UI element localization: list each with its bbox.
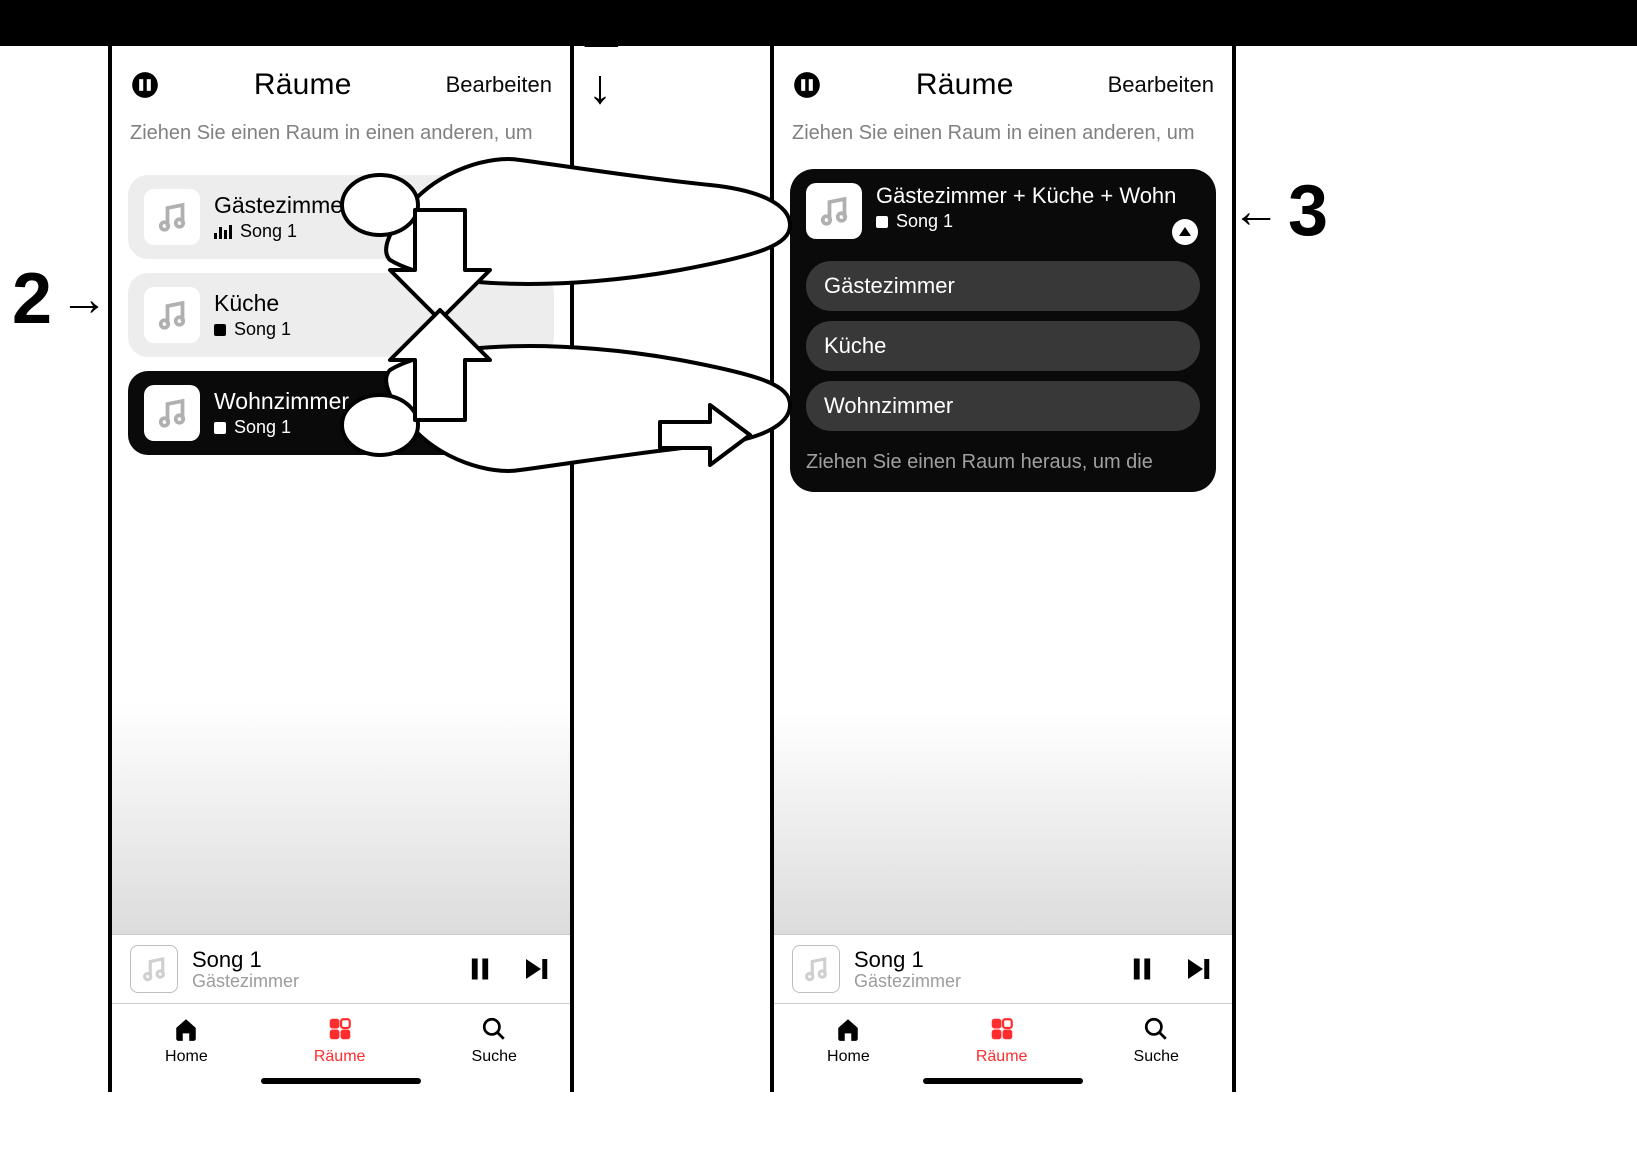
now-playing-bar[interactable]: Song 1 Gästezimmer bbox=[774, 934, 1232, 1003]
room-name: Küche bbox=[214, 290, 291, 317]
tab-rooms[interactable]: Räume bbox=[976, 1014, 1028, 1066]
tab-bar: Home Räume Suche bbox=[112, 1003, 570, 1072]
tab-label: Suche bbox=[1134, 1048, 1179, 1066]
page-title: Räume bbox=[254, 68, 352, 102]
next-track-button[interactable] bbox=[520, 953, 552, 985]
arrow-left-icon: ← bbox=[1232, 184, 1280, 239]
callout-2-number: 2 bbox=[12, 258, 52, 340]
search-icon bbox=[479, 1014, 509, 1044]
callout-1-number: 1 bbox=[580, 0, 620, 64]
hint-text: Ziehen Sie einen Raum in einen anderen, … bbox=[774, 112, 1232, 145]
group-song: Song 1 bbox=[896, 211, 953, 232]
room-song: Song 1 bbox=[234, 417, 291, 438]
home-icon bbox=[833, 1014, 863, 1044]
arrow-right-icon: → bbox=[60, 272, 108, 327]
group-room-item[interactable]: Wohnzimmer bbox=[806, 381, 1200, 431]
figure-black-bar bbox=[0, 0, 1637, 46]
now-playing-subtitle: Gästezimmer bbox=[854, 971, 1112, 992]
group-room-item[interactable]: Küche bbox=[806, 321, 1200, 371]
hint-text: Ziehen Sie einen Raum in einen anderen, … bbox=[112, 112, 570, 145]
room-song: Song 1 bbox=[240, 221, 297, 242]
now-playing-title: Song 1 bbox=[192, 947, 450, 973]
arrow-down-icon: ↓ bbox=[588, 64, 612, 112]
now-playing-bar[interactable]: Song 1 Gästezimmer bbox=[112, 934, 570, 1003]
room-group-card[interactable]: Gästezimmer + Küche + Wohnzi.. Song 1 Gä… bbox=[790, 169, 1216, 492]
album-art-icon bbox=[806, 183, 862, 239]
tab-home[interactable]: Home bbox=[827, 1014, 870, 1066]
callout-3-number: 3 bbox=[1288, 170, 1328, 252]
now-playing-title: Song 1 bbox=[854, 947, 1112, 973]
tab-label: Räume bbox=[976, 1048, 1028, 1066]
album-art-icon bbox=[144, 189, 200, 245]
tab-label: Home bbox=[827, 1048, 870, 1066]
callout-2: 2 → bbox=[12, 258, 108, 340]
stopped-icon bbox=[214, 422, 226, 434]
callout-3: ← 3 bbox=[1232, 170, 1328, 252]
tab-search[interactable]: Suche bbox=[1134, 1014, 1179, 1066]
tab-bar: Home Räume Suche bbox=[774, 1003, 1232, 1072]
empty-area bbox=[774, 492, 1232, 934]
tab-home[interactable]: Home bbox=[165, 1014, 208, 1066]
stopped-icon bbox=[214, 324, 226, 336]
callout-1: 1 ↓ bbox=[580, 0, 620, 112]
group-room-item[interactable]: Gästezimmer bbox=[806, 261, 1200, 311]
pause-button[interactable] bbox=[464, 953, 496, 985]
room-card-wohnzimmer[interactable]: Wohnzimmer Song 1 bbox=[128, 371, 554, 455]
album-art-icon bbox=[130, 945, 178, 993]
room-list: Gästezimmer Song 1 Küche Song 1 bbox=[112, 145, 570, 469]
home-indicator bbox=[923, 1078, 1083, 1084]
group-volume-icon[interactable] bbox=[1172, 219, 1198, 245]
rooms-icon bbox=[325, 1014, 355, 1044]
album-art-icon bbox=[144, 287, 200, 343]
album-art-icon bbox=[792, 945, 840, 993]
now-playing-eq-icon bbox=[214, 225, 232, 239]
page-title: Räume bbox=[916, 68, 1014, 102]
home-icon bbox=[171, 1014, 201, 1044]
home-indicator bbox=[261, 1078, 421, 1084]
album-art-icon bbox=[144, 385, 200, 441]
edit-button[interactable]: Bearbeiten bbox=[446, 72, 552, 98]
empty-area bbox=[112, 469, 570, 934]
tab-search[interactable]: Suche bbox=[472, 1014, 517, 1066]
next-track-button[interactable] bbox=[1182, 953, 1214, 985]
pause-button[interactable] bbox=[1126, 953, 1158, 985]
room-song: Song 1 bbox=[234, 319, 291, 340]
group-hint: Ziehen Sie einen Raum heraus, um die bbox=[806, 451, 1200, 474]
room-name: Gästezimmer bbox=[214, 192, 351, 219]
search-icon bbox=[1141, 1014, 1171, 1044]
group-title: Gästezimmer + Küche + Wohnzi.. bbox=[876, 183, 1176, 209]
transition-arrow-icon bbox=[655, 400, 755, 470]
edit-button[interactable]: Bearbeiten bbox=[1108, 72, 1214, 98]
room-card-kueche[interactable]: Küche Song 1 bbox=[128, 273, 554, 357]
rooms-icon bbox=[987, 1014, 1017, 1044]
phone-screen-before: Räume Bearbeiten Ziehen Sie einen Raum i… bbox=[108, 46, 574, 1092]
now-playing-subtitle: Gästezimmer bbox=[192, 971, 450, 992]
app-logo-icon[interactable] bbox=[130, 70, 160, 100]
tab-label: Suche bbox=[472, 1048, 517, 1066]
room-card-gaestezimmer[interactable]: Gästezimmer Song 1 bbox=[128, 175, 554, 259]
app-logo-icon[interactable] bbox=[792, 70, 822, 100]
stopped-icon bbox=[876, 216, 888, 228]
tab-label: Home bbox=[165, 1048, 208, 1066]
tab-rooms[interactable]: Räume bbox=[314, 1014, 366, 1066]
phone-screen-after: Räume Bearbeiten Ziehen Sie einen Raum i… bbox=[770, 46, 1236, 1092]
tab-label: Räume bbox=[314, 1048, 366, 1066]
room-name: Wohnzimmer bbox=[214, 388, 349, 415]
